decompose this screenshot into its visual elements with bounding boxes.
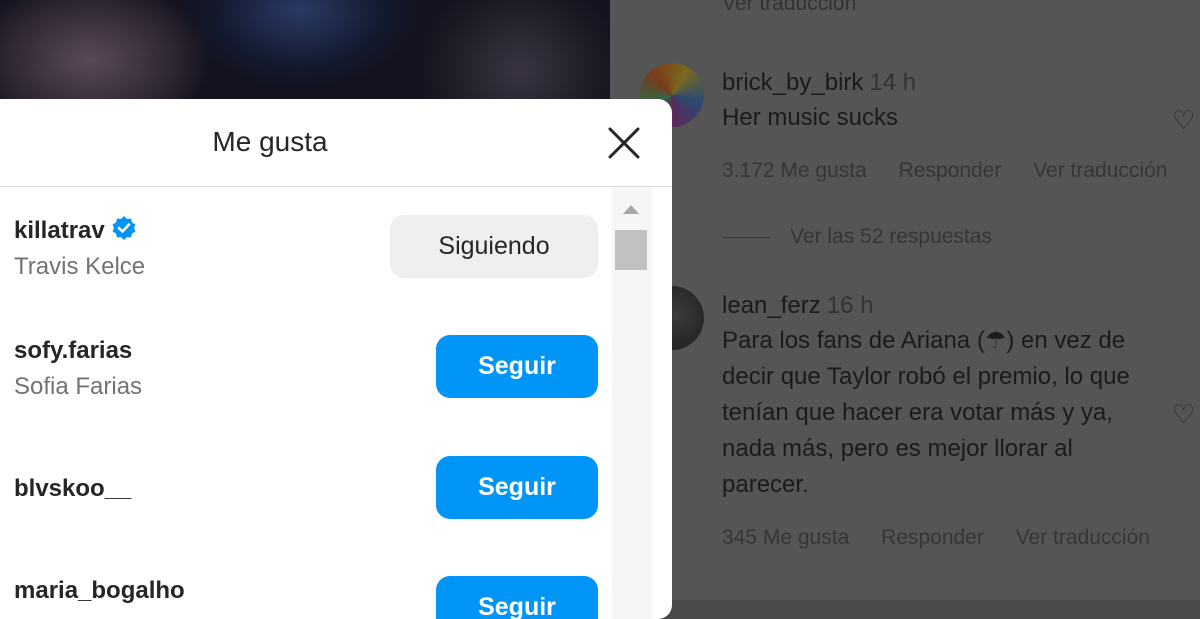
scroll-up-arrow-icon[interactable]: [623, 205, 639, 214]
close-icon: [608, 127, 640, 159]
username[interactable]: maria_bogalho: [14, 577, 185, 605]
username[interactable]: killatrav: [14, 217, 105, 244]
comments-panel: Ver traducción brick_by_birk 14 h Her mus…: [610, 0, 1200, 600]
following-button[interactable]: Siguiendo: [390, 215, 598, 278]
follow-button[interactable]: Seguir: [436, 335, 598, 398]
list-item: maria_bogalho Seguir: [0, 547, 610, 619]
comment-time: 14 h: [869, 69, 917, 96]
username[interactable]: blvskoo__: [14, 475, 131, 503]
likes-list: killatrav Travis Kelce Siguiendo sofy.fa…: [0, 187, 630, 619]
close-button[interactable]: [606, 125, 642, 161]
see-translation-link[interactable]: Ver traducción: [1033, 159, 1167, 182]
comment-likes[interactable]: 3.172 Me gusta: [722, 159, 867, 182]
modal-header: Me gusta: [0, 99, 672, 187]
follow-button[interactable]: Seguir: [436, 576, 598, 619]
view-replies-link[interactable]: Ver las 52 respuestas: [722, 225, 992, 249]
view-replies-label: Ver las 52 respuestas: [790, 225, 992, 248]
scrollbar[interactable]: [612, 187, 652, 619]
likes-modal: Me gusta killatrav Travis Kelce Siguiend…: [0, 99, 672, 619]
follow-button[interactable]: Seguir: [436, 456, 598, 519]
see-translation-link[interactable]: Ver traducción: [722, 0, 856, 16]
comment-time: 16 h: [826, 292, 874, 319]
list-item: killatrav Travis Kelce Siguiendo: [0, 187, 610, 287]
list-item: sofy.farias Sofia Farias Seguir: [0, 307, 610, 407]
full-name: Sofia Farias: [14, 373, 143, 400]
comment-likes[interactable]: 345 Me gusta: [722, 526, 849, 549]
comment-text: Para los fans de Ariana (☂) en vez de de…: [722, 327, 1130, 498]
see-translation-link[interactable]: Ver traducción: [1016, 526, 1150, 549]
comment-text: Her music sucks: [722, 104, 899, 131]
modal-title: Me gusta: [212, 126, 328, 157]
verified-badge-icon: [111, 215, 137, 248]
like-heart-icon[interactable]: ♡: [1172, 401, 1198, 427]
full-name: Travis Kelce: [14, 253, 146, 280]
replies-divider: [722, 236, 770, 238]
comment-username[interactable]: brick_by_birk: [722, 69, 863, 96]
reply-link[interactable]: Responder: [881, 526, 984, 549]
comment-username[interactable]: lean_ferz: [722, 292, 821, 319]
list-item: blvskoo__ Seguir: [0, 427, 610, 527]
reply-link[interactable]: Responder: [899, 159, 1002, 182]
like-heart-icon[interactable]: ♡: [1172, 107, 1198, 133]
scroll-thumb[interactable]: [615, 230, 647, 270]
username[interactable]: sofy.farias: [14, 337, 132, 365]
